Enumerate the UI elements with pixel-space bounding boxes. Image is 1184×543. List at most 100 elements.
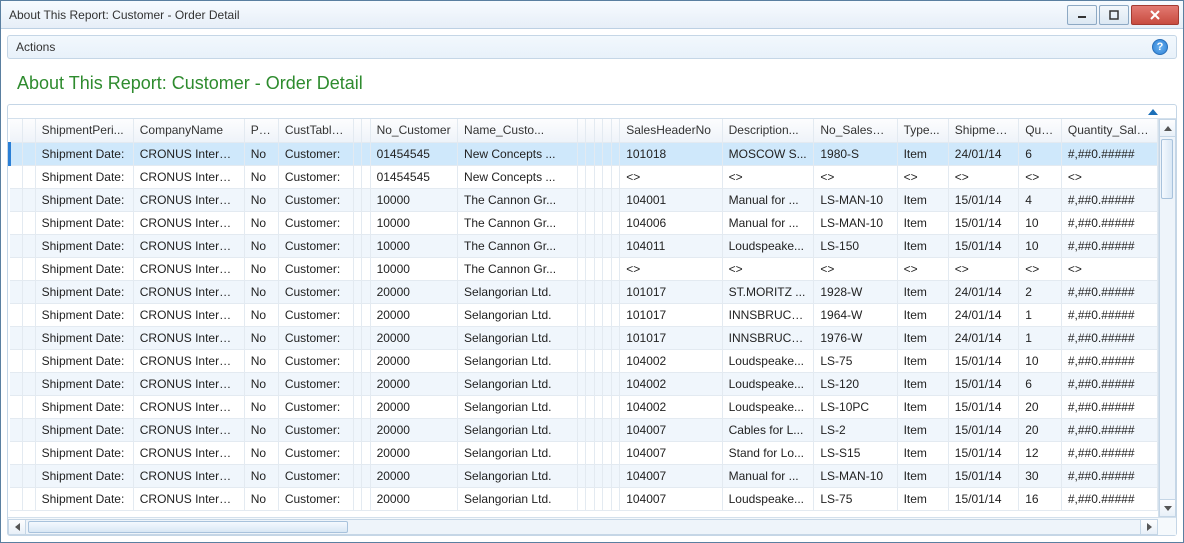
- vscroll-thumb[interactable]: [1161, 139, 1173, 199]
- column-header-namecust[interactable]: Name_Custo...: [458, 119, 577, 142]
- table-row[interactable]: Shipment Date:CRONUS Interna...NoCustome…: [10, 372, 1158, 395]
- cell-custtable[interactable]: Customer:: [278, 280, 353, 303]
- cell-nosalesline[interactable]: <>: [814, 165, 897, 188]
- column-header-g8[interactable]: [603, 119, 612, 142]
- cell-custtable[interactable]: Customer:: [278, 464, 353, 487]
- cell-nosalesline[interactable]: LS-75: [814, 487, 897, 510]
- cell-qtysale[interactable]: #,##0.#####: [1061, 418, 1157, 441]
- scroll-right-button[interactable]: [1140, 519, 1158, 535]
- cell-description[interactable]: Loudspeake...: [722, 234, 814, 257]
- cell-pri[interactable]: No: [244, 326, 278, 349]
- cell-shipmentperiod[interactable]: Shipment Date:: [35, 211, 133, 234]
- cell-qua[interactable]: 4: [1019, 188, 1062, 211]
- cell-companyname[interactable]: CRONUS Interna...: [133, 395, 244, 418]
- cell-description[interactable]: Loudspeake...: [722, 395, 814, 418]
- cell-nocust[interactable]: 20000: [370, 395, 457, 418]
- cell-shipment[interactable]: 15/01/14: [948, 211, 1018, 234]
- cell-salesheader[interactable]: 104002: [620, 349, 722, 372]
- cell-namecust[interactable]: Selangorian Ltd.: [458, 487, 577, 510]
- cell-salesheader[interactable]: <>: [620, 165, 722, 188]
- cell-shipment[interactable]: 15/01/14: [948, 441, 1018, 464]
- column-header-type[interactable]: Type...: [897, 119, 948, 142]
- cell-qua[interactable]: 12: [1019, 441, 1062, 464]
- cell-namecust[interactable]: Selangorian Ltd.: [458, 441, 577, 464]
- column-header-g7[interactable]: [594, 119, 603, 142]
- cell-pri[interactable]: No: [244, 464, 278, 487]
- cell-nosalesline[interactable]: LS-MAN-10: [814, 464, 897, 487]
- cell-qua[interactable]: 1: [1019, 326, 1062, 349]
- cell-salesheader[interactable]: <>: [620, 257, 722, 280]
- column-header-nosalesline[interactable]: No_SalesLine: [814, 119, 897, 142]
- cell-nocust[interactable]: 20000: [370, 326, 457, 349]
- cell-companyname[interactable]: CRONUS Interna...: [133, 487, 244, 510]
- cell-pri[interactable]: No: [244, 257, 278, 280]
- cell-description[interactable]: Cables for L...: [722, 418, 814, 441]
- cell-qtysale[interactable]: #,##0.#####: [1061, 395, 1157, 418]
- cell-custtable[interactable]: Customer:: [278, 165, 353, 188]
- cell-nosalesline[interactable]: 1976-W: [814, 326, 897, 349]
- cell-namecust[interactable]: The Cannon Gr...: [458, 211, 577, 234]
- table-row[interactable]: Shipment Date:CRONUS Interna...NoCustome…: [10, 280, 1158, 303]
- minimize-button[interactable]: [1067, 5, 1097, 25]
- cell-nocust[interactable]: 20000: [370, 349, 457, 372]
- cell-custtable[interactable]: Customer:: [278, 487, 353, 510]
- cell-salesheader[interactable]: 101017: [620, 326, 722, 349]
- cell-qua[interactable]: 16: [1019, 487, 1062, 510]
- cell-type[interactable]: Item: [897, 441, 948, 464]
- cell-shipmentperiod[interactable]: Shipment Date:: [35, 188, 133, 211]
- cell-qtysale[interactable]: #,##0.#####: [1061, 464, 1157, 487]
- cell-shipment[interactable]: 15/01/14: [948, 418, 1018, 441]
- cell-nocust[interactable]: 20000: [370, 280, 457, 303]
- cell-namecust[interactable]: Selangorian Ltd.: [458, 464, 577, 487]
- table-row[interactable]: Shipment Date:CRONUS Interna...NoCustome…: [10, 257, 1158, 280]
- cell-pri[interactable]: No: [244, 234, 278, 257]
- cell-companyname[interactable]: CRONUS Interna...: [133, 464, 244, 487]
- column-header-gutter2[interactable]: [22, 119, 35, 142]
- cell-type[interactable]: Item: [897, 211, 948, 234]
- cell-qua[interactable]: 20: [1019, 418, 1062, 441]
- cell-description[interactable]: Manual for ...: [722, 188, 814, 211]
- table-row[interactable]: Shipment Date:CRONUS Interna...NoCustome…: [10, 487, 1158, 510]
- column-header-description[interactable]: Description...: [722, 119, 814, 142]
- cell-shipmentperiod[interactable]: Shipment Date:: [35, 234, 133, 257]
- cell-description[interactable]: ST.MORITZ ...: [722, 280, 814, 303]
- cell-pri[interactable]: No: [244, 303, 278, 326]
- grid-collapse-row[interactable]: [8, 105, 1176, 119]
- cell-companyname[interactable]: CRONUS Interna...: [133, 441, 244, 464]
- vertical-scrollbar[interactable]: [1158, 119, 1176, 517]
- cell-nocust[interactable]: 10000: [370, 211, 457, 234]
- cell-pri[interactable]: No: [244, 372, 278, 395]
- cell-namecust[interactable]: Selangorian Ltd.: [458, 418, 577, 441]
- hscroll-track[interactable]: [26, 519, 1140, 535]
- cell-nosalesline[interactable]: LS-150: [814, 234, 897, 257]
- cell-type[interactable]: <>: [897, 257, 948, 280]
- cell-nocust[interactable]: 10000: [370, 257, 457, 280]
- cell-description[interactable]: Manual for ...: [722, 464, 814, 487]
- cell-salesheader[interactable]: 104007: [620, 487, 722, 510]
- cell-custtable[interactable]: Customer:: [278, 211, 353, 234]
- cell-shipment[interactable]: 24/01/14: [948, 142, 1018, 165]
- cell-shipment[interactable]: 15/01/14: [948, 234, 1018, 257]
- horizontal-scrollbar[interactable]: [8, 517, 1176, 535]
- cell-companyname[interactable]: CRONUS Interna...: [133, 188, 244, 211]
- cell-type[interactable]: Item: [897, 188, 948, 211]
- cell-shipment[interactable]: 15/01/14: [948, 372, 1018, 395]
- cell-description[interactable]: <>: [722, 165, 814, 188]
- cell-custtable[interactable]: Customer:: [278, 188, 353, 211]
- cell-type[interactable]: Item: [897, 234, 948, 257]
- scroll-up-button[interactable]: [1159, 119, 1176, 137]
- cell-description[interactable]: Stand for Lo...: [722, 441, 814, 464]
- cell-custtable[interactable]: Customer:: [278, 257, 353, 280]
- cell-qua[interactable]: 2: [1019, 280, 1062, 303]
- column-header-g3[interactable]: [353, 119, 362, 142]
- column-header-g5[interactable]: [577, 119, 586, 142]
- cell-nosalesline[interactable]: 1980-S: [814, 142, 897, 165]
- cell-shipmentperiod[interactable]: Shipment Date:: [35, 372, 133, 395]
- cell-shipment[interactable]: 15/01/14: [948, 487, 1018, 510]
- cell-custtable[interactable]: Customer:: [278, 142, 353, 165]
- scroll-down-button[interactable]: [1159, 499, 1176, 517]
- cell-namecust[interactable]: The Cannon Gr...: [458, 188, 577, 211]
- cell-pri[interactable]: No: [244, 349, 278, 372]
- cell-description[interactable]: Manual for ...: [722, 211, 814, 234]
- cell-salesheader[interactable]: 104011: [620, 234, 722, 257]
